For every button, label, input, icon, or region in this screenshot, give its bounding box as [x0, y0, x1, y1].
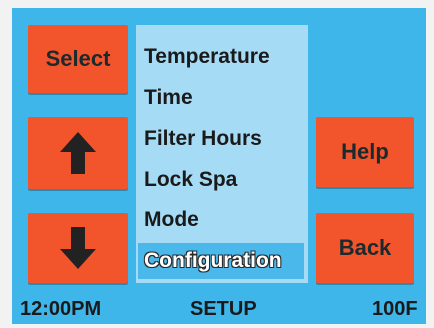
menu-item-mode[interactable]: Mode: [144, 208, 199, 232]
status-mode: SETUP: [190, 298, 257, 320]
status-time: 12:00PM: [20, 298, 102, 320]
menu-item-configuration[interactable]: Configuration: [138, 243, 304, 279]
up-button[interactable]: [28, 117, 128, 189]
back-button[interactable]: Back: [316, 213, 414, 283]
back-button-label: Back: [338, 235, 392, 260]
menu-item-lock-spa[interactable]: Lock Spa: [144, 168, 237, 192]
menu-item-temperature[interactable]: Temperature: [144, 45, 270, 69]
select-button[interactable]: Select: [28, 25, 128, 93]
select-button-label: Select: [45, 46, 111, 71]
menu-item-filter-hours[interactable]: Filter Hours: [144, 127, 262, 151]
arrow-down-icon: [60, 227, 96, 269]
menu-item-time[interactable]: Time: [144, 86, 193, 110]
help-button-label: Help: [341, 139, 389, 164]
down-button[interactable]: [28, 213, 128, 283]
help-button[interactable]: Help: [316, 117, 414, 187]
settings-menu: Temperature Time Filter Hours Lock Spa M…: [136, 25, 308, 283]
arrow-up-icon: [60, 132, 96, 174]
status-temperature: 100F: [372, 298, 418, 320]
screen: Select Temperature Time Filter Hours Loc…: [0, 0, 434, 328]
